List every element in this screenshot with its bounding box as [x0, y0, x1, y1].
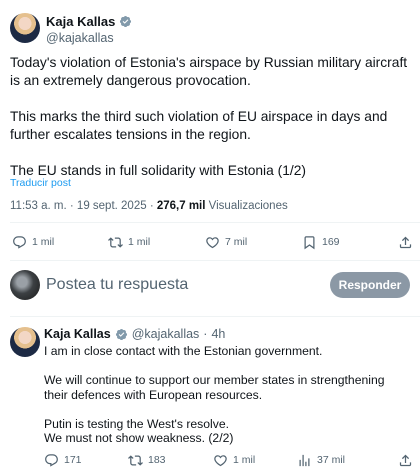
reply-count: 1 mil: [32, 236, 55, 248]
tweet-time[interactable]: 4h: [211, 327, 225, 341]
share-button[interactable]: [398, 235, 413, 250]
tweet-text: Today's violation of Estonia's airspace …: [10, 55, 408, 178]
views-button[interactable]: 37 mil: [297, 453, 345, 468]
author-handle[interactable]: @kajakallas: [46, 31, 114, 45]
translate-link[interactable]: Traducir post: [10, 177, 71, 189]
author-name[interactable]: Kaja Kallas: [44, 327, 111, 341]
like-count: 7 mil: [225, 236, 248, 248]
reply-composer: Postea tu respuesta Responder: [10, 270, 410, 302]
like-count: 1 mil: [233, 454, 256, 466]
repost-icon: [108, 236, 123, 248]
author-handle[interactable]: @kajakallas: [132, 327, 200, 341]
reply-button[interactable]: 171: [44, 453, 82, 468]
meta-separator: ·: [69, 200, 77, 212]
tweet-text: I am in close contact with the Estonian …: [44, 344, 385, 445]
tweet-time[interactable]: 11:53 a. m.: [10, 200, 67, 212]
bookmark-button[interactable]: 169: [302, 235, 340, 250]
divider: [10, 316, 420, 317]
repost-button[interactable]: 183: [128, 453, 166, 468]
tweet-actions: 1 mil 1 mil 7 mil 169: [10, 231, 413, 253]
verified-badge-icon: [120, 15, 132, 28]
thread-tweet-actions: 171 183 1 mil 37 mil: [10, 449, 413, 471]
reply-icon: [45, 453, 58, 467]
heart-icon: [206, 236, 219, 248]
divider: [10, 260, 420, 261]
repost-count: 1 mil: [128, 236, 151, 248]
meta-separator: ·: [149, 200, 157, 212]
views-label: Visualizaciones: [208, 200, 288, 212]
like-button[interactable]: 7 mil: [205, 235, 247, 250]
views-count: 37 mil: [317, 454, 346, 466]
avatar[interactable]: [10, 327, 40, 357]
heart-icon: [214, 454, 227, 466]
share-button[interactable]: [398, 453, 413, 468]
analytics-icon: [299, 454, 310, 466]
views-count: 276,7 mil: [156, 200, 206, 212]
repost-button[interactable]: 1 mil: [108, 235, 150, 250]
divider: [10, 222, 420, 223]
like-button[interactable]: 1 mil: [213, 453, 255, 468]
bookmark-count: 169: [322, 236, 340, 248]
meta-separator: ·: [203, 327, 208, 341]
repost-icon: [128, 454, 143, 466]
bookmark-icon: [304, 235, 315, 249]
author-name[interactable]: Kaja Kallas: [46, 14, 115, 29]
user-avatar[interactable]: [10, 270, 40, 300]
tweet-meta: 11:53 a. m. · 19 sept. 2025 · 276,7 mil …: [10, 200, 288, 212]
reply-count: 171: [64, 454, 82, 466]
tweet-header: Kaja Kallas @kajakallas: [10, 10, 410, 50]
tweet-date[interactable]: 19 sept. 2025: [77, 200, 147, 212]
reply-input[interactable]: Postea tu respuesta: [46, 276, 188, 294]
reply-icon: [13, 235, 26, 249]
verified-badge-icon: [115, 328, 127, 340]
respond-button[interactable]: Responder: [330, 272, 410, 298]
share-icon: [399, 454, 412, 466]
share-icon: [399, 236, 412, 248]
reply-button[interactable]: 1 mil: [12, 235, 54, 250]
avatar[interactable]: [10, 13, 40, 43]
repost-count: 183: [148, 454, 166, 466]
